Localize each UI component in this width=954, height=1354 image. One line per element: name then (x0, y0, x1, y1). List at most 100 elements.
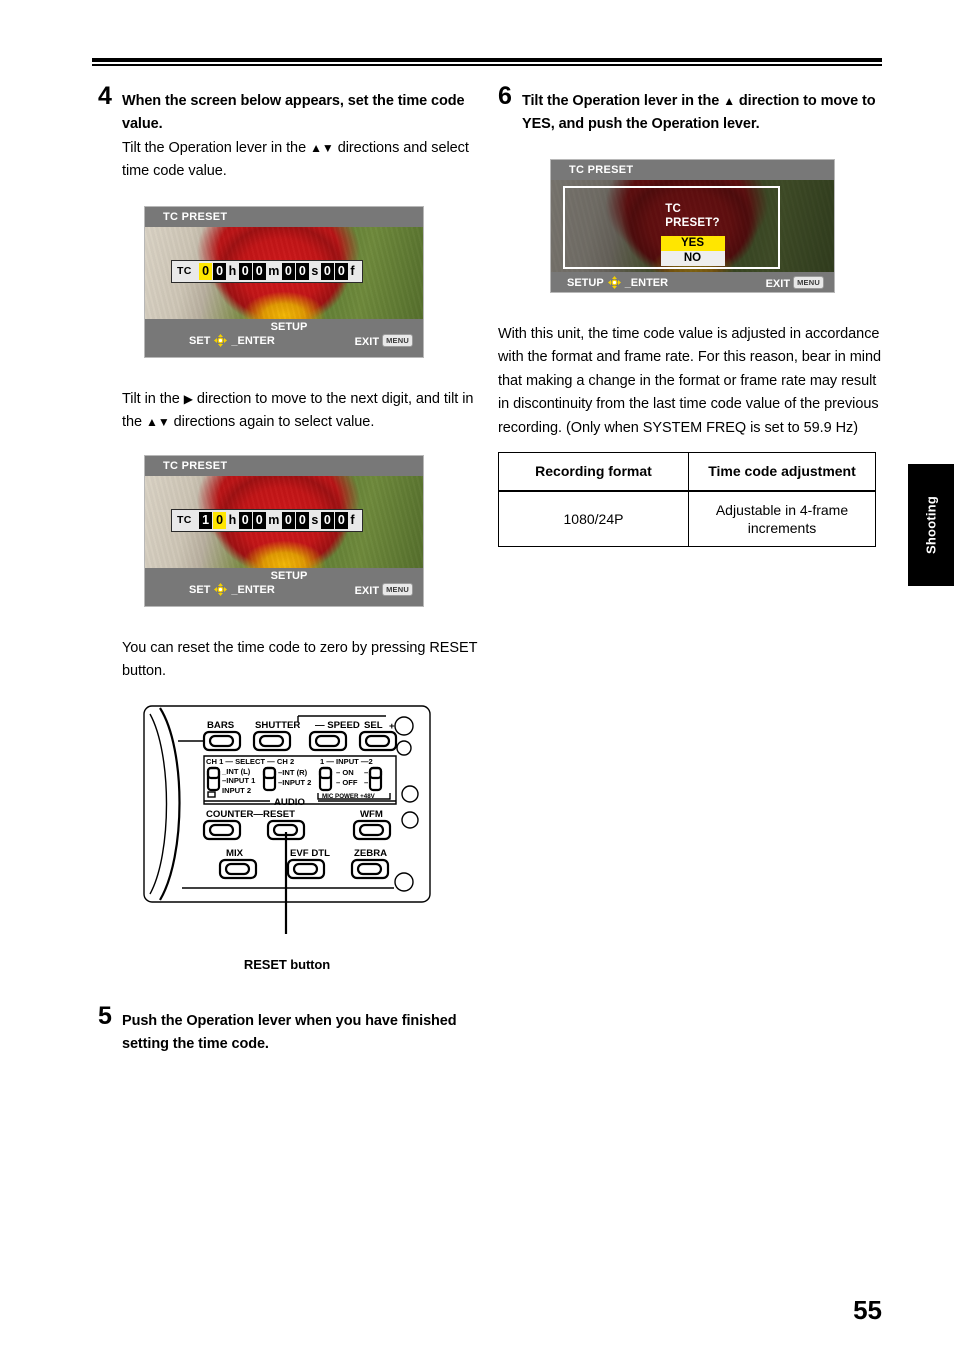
lcd-2-digit-5: 0 (295, 511, 309, 530)
lcd-2-digit-4: 0 (281, 511, 295, 530)
right-column: 6 Tilt the Operation lever in the ▲ dire… (498, 84, 888, 547)
table-cell-adjustment: Adjustable in 4-frame increments (688, 489, 876, 547)
note1-post: directions again to select value. (173, 414, 375, 431)
table-header-time-code-adjustment: Time code adjustment (688, 452, 876, 492)
lcd-2-unit-m: m (268, 513, 280, 528)
lcd-1-digit-7: 0 (334, 262, 348, 281)
step-6-heading-pre: Tilt the Operation lever in the (522, 93, 720, 109)
lcd-3-enter-label: _ENTER (624, 276, 669, 289)
svg-text:– OFF: – OFF (336, 778, 358, 787)
joystick-icon-3 (607, 276, 621, 290)
lcd-2-exit-label: EXIT (354, 584, 380, 597)
lcd-1-title: TC PRESET (145, 206, 423, 227)
svg-text:–INPUT 2: –INPUT 2 (278, 778, 311, 787)
lcd-1-unit-s: s (311, 264, 319, 279)
section-tab-label: Shooting (923, 496, 939, 554)
lcd-3-confirm-line2: PRESET? (665, 216, 720, 229)
lcd-2-exit: EXIT MENU (354, 582, 413, 597)
timecode-adjustment-note: With this unit, the time code value is a… (498, 325, 881, 436)
svg-text:CH 1 — SELECT — CH 2: CH 1 — SELECT — CH 2 (206, 757, 294, 766)
lcd-1-digit-2: 0 (238, 262, 252, 281)
lcd-1-unit-h: h (228, 264, 237, 279)
lcd-2-digit-6: 0 (320, 511, 334, 530)
svg-text:WFM: WFM (360, 809, 383, 820)
step-6: 6 Tilt the Operation lever in the ▲ dire… (498, 84, 888, 137)
svg-text:_INT (L): _INT (L) (221, 767, 251, 776)
recording-format-table: Recording format Time code adjustment 10… (498, 452, 876, 547)
lcd-2-setup-label: SETUP (270, 569, 308, 582)
lcd-2-digit-3: 0 (252, 511, 266, 530)
step-4-heading: When the screen below appears, set the t… (122, 93, 465, 133)
lcd-2-tc-label: TC (177, 514, 192, 527)
right-arrow-icon: ▶ (183, 391, 193, 406)
lcd-2-unit-h: h (228, 513, 237, 528)
reset-button-callout-label: RESET button (243, 956, 331, 972)
lcd-1-exit-label: EXIT (354, 335, 380, 348)
lcd-1-digit-0: 0 (199, 262, 213, 281)
lcd-2-enter-label: _ENTER (231, 583, 275, 596)
note-reset-button: You can reset the time code to zero by p… (122, 639, 478, 680)
up-down-arrows-icon: ▲▼ (310, 140, 334, 155)
step-4-number: 4 (98, 82, 112, 110)
lcd-3-exit-label: EXIT (765, 277, 791, 290)
svg-text:–INPUT 1: –INPUT 1 (222, 776, 256, 785)
lcd-3-yes-option[interactable]: YES (660, 235, 725, 251)
lcd-1-digit-4: 0 (281, 262, 295, 281)
lcd-3-no-option[interactable]: NO (660, 250, 725, 266)
lcd-1-set-enter: SET _ENTER (189, 334, 275, 348)
svg-text:– ON: – ON (336, 768, 354, 777)
lcd-screen-tc-preset-confirm: TC PRESET TC PRESET? YES NO SETUP _ENTER… (550, 158, 835, 293)
lcd-1-body: TC 0 0 h 0 0 m 0 0 s 0 0 f (145, 226, 423, 319)
lcd-1-set-label: SET (189, 334, 211, 347)
lcd-1-digit-1: 0 (213, 262, 227, 281)
svg-text:SHUTTER: SHUTTER (255, 720, 300, 731)
lcd-2-set-label: SET (189, 583, 211, 596)
svg-text:EVF DTL: EVF DTL (290, 848, 330, 859)
svg-text:SEL: SEL (364, 720, 383, 731)
joystick-icon-2 (214, 583, 228, 597)
svg-text:MIC POWER +48V: MIC POWER +48V (322, 793, 376, 800)
lcd-3-confirm-line1: TC (665, 202, 682, 215)
lcd-2-digit-7: 0 (334, 511, 348, 530)
lcd-screen-tc-preset-2: TC PRESET TC 1 0 h 0 0 m 0 0 s 0 0 f SET… (144, 454, 424, 607)
svg-text:— SPEED: — SPEED (315, 720, 360, 731)
lcd-1-timecode-bar: TC 0 0 h 0 0 m 0 0 s 0 0 f (171, 259, 363, 284)
lcd-3-body: TC PRESET? YES NO (551, 179, 834, 272)
lcd-1-setup-label: SETUP (270, 320, 308, 333)
svg-text:1 — INPUT —2: 1 — INPUT —2 (320, 757, 373, 766)
lcd-3-exit: EXIT MENU (765, 275, 824, 290)
step-5-heading: Push the Operation lever when you have f… (122, 1012, 457, 1053)
lcd-2-unit-s: s (311, 513, 319, 528)
lcd-3-title: TC PRESET (551, 159, 834, 180)
note1-pre: Tilt in the (122, 390, 180, 407)
svg-text:–: – (364, 778, 368, 787)
step-4: 4 When the screen below appears, set the… (98, 84, 478, 184)
svg-text:INPUT 2: INPUT 2 (222, 786, 251, 795)
svg-text:AUDIO: AUDIO (274, 797, 305, 808)
joystick-icon (214, 334, 228, 348)
section-tab-shooting: Shooting (908, 464, 954, 586)
lcd-2-set-enter: SET _ENTER (189, 583, 275, 597)
lcd-3-yes-no-group: YES NO (660, 235, 725, 266)
lcd-1-digit-6: 0 (320, 262, 334, 281)
lcd-1-unit-f: f (350, 264, 355, 279)
step-5: 5 Push the Operation lever when you have… (98, 1003, 478, 1057)
svg-text:–: – (364, 768, 368, 777)
lcd-3-confirm-text: TC PRESET? (665, 202, 719, 230)
lcd-1-unit-m: m (268, 264, 280, 279)
rule-thin (92, 64, 882, 66)
lcd-2-footer: SETUP SET _ENTER EXIT MENU (145, 567, 423, 606)
lcd-2-digit-1: 0 (213, 511, 227, 530)
left-column: 4 When the screen below appears, set the… (98, 84, 478, 1059)
lcd-2-timecode-bar: TC 1 0 h 0 0 m 0 0 s 0 0 f (171, 508, 363, 533)
table-header-recording-format: Recording format (498, 452, 689, 492)
up-down-arrows-icon-2: ▲▼ (146, 415, 170, 430)
step-6-number: 6 (498, 82, 512, 110)
menu-badge-icon: MENU (382, 333, 413, 347)
camera-panel-diagram: .ln { fill:none; stroke:#000; stroke-wid… (142, 704, 432, 972)
menu-badge-icon-2: MENU (382, 582, 413, 596)
page-number: 55 (853, 1295, 882, 1325)
up-arrow-icon: ▲ (723, 94, 735, 108)
step-5-number: 5 (98, 1001, 112, 1030)
page-top-rule (92, 58, 882, 66)
